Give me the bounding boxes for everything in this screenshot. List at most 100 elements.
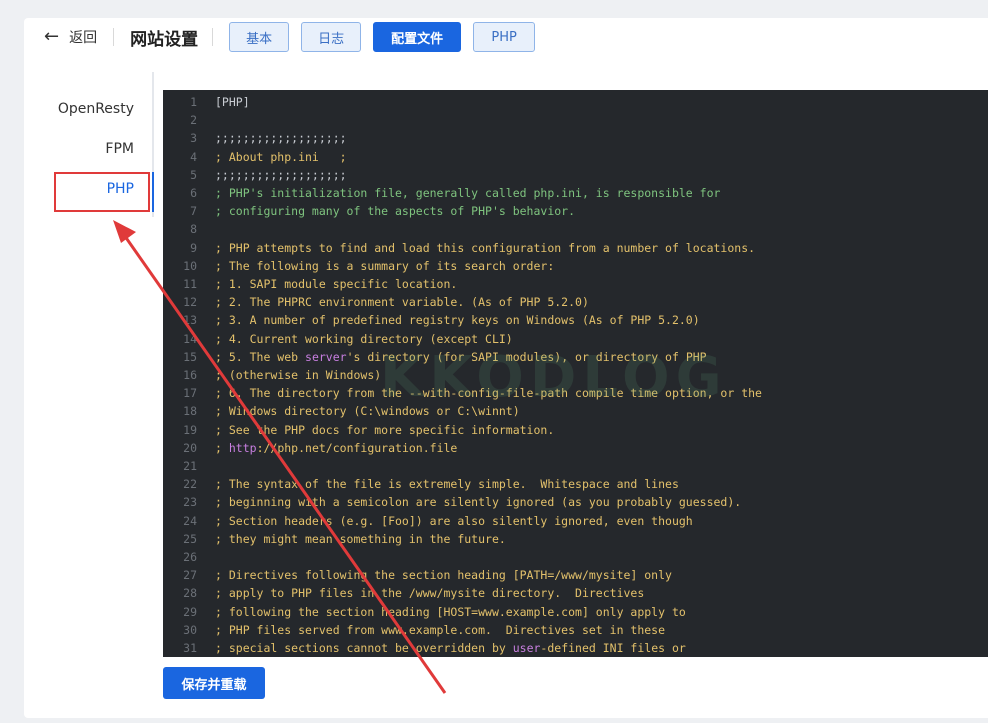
line-text: ; Windows directory (C:\windows or C:\wi…: [215, 404, 520, 419]
code-line: 9 ; PHP attempts to find and load this co…: [163, 239, 988, 257]
line-number: 14: [183, 331, 197, 346]
line-text: ; About php.ini ;: [215, 149, 347, 164]
line-number: 25: [183, 531, 197, 546]
line-number: 26: [183, 550, 197, 564]
tab-php[interactable]: PHP: [473, 22, 536, 52]
line-number: 23: [183, 495, 197, 510]
sidebar-active-indicator: [152, 172, 154, 212]
line-number: 4: [190, 149, 197, 164]
line-number: 17: [183, 386, 197, 401]
code-line: 11 ; 1. SAPI module specific location.: [163, 275, 988, 293]
code-line: 29 ; following the section heading [HOST=…: [163, 603, 988, 621]
line-number: 8: [190, 222, 197, 237]
code-editor[interactable]: 1 [PHP] 2 3;;;;;;;;;;;;;;;;;;; 4; About php.…: [163, 90, 988, 657]
line-number: 10: [183, 258, 197, 273]
line-number: 31: [183, 641, 197, 655]
code-line: 31 ; special sections cannot be overridde…: [163, 639, 988, 657]
line-text: ; The syntax of the file is extremely si…: [215, 477, 679, 492]
line-number: 19: [183, 422, 197, 437]
line-text: ; apply to PHP files in the /www/mysite …: [215, 586, 645, 601]
line-number: 1: [190, 95, 197, 109]
line-number: 20: [183, 440, 197, 455]
code-line: 7 ; configuring many of the aspects of PH…: [163, 202, 988, 220]
code-line: 6 ; PHP's initialization file, generally …: [163, 184, 988, 202]
code-line: 3;;;;;;;;;;;;;;;;;;;: [163, 129, 988, 147]
code-line: 21: [163, 457, 988, 475]
back-label: 返回: [69, 30, 98, 46]
code-line: 8: [163, 220, 988, 238]
line-text: ; special sections cannot be overridden …: [215, 641, 686, 655]
divider: [212, 28, 214, 46]
code-line: 10 ; The following is a summary of its se…: [163, 257, 988, 275]
line-text: ; 1. SAPI module specific location.: [215, 277, 458, 291]
line-text: ; The following is a summary of its sear…: [215, 258, 555, 273]
line-text: ;;;;;;;;;;;;;;;;;;;: [215, 167, 347, 182]
highlight-box: [54, 172, 150, 212]
line-number: 22: [183, 477, 197, 492]
code-line: 25 ; they might mean something in the fut…: [163, 530, 988, 548]
code-line: 2: [163, 111, 988, 129]
line-number: 18: [183, 404, 197, 419]
line-text: ; 4. Current working directory (except C…: [215, 331, 513, 346]
back-button[interactable]: ← 返回: [44, 27, 97, 47]
tab-log[interactable]: 日志: [301, 22, 362, 52]
line-number: 29: [183, 604, 197, 619]
tab-config-file[interactable]: 配置文件: [373, 22, 462, 52]
code-line: 22 ; The syntax of the file is extremely …: [163, 475, 988, 493]
arrow-left-icon: ←: [44, 26, 60, 47]
line-number: 2: [190, 113, 197, 128]
line-text: ; PHP's initialization file, generally c…: [215, 186, 721, 200]
header-bar: ← 返回 网站设置 基本 日志 配置文件 PHP: [24, 22, 547, 52]
line-number: 11: [183, 277, 197, 291]
line-number: 7: [190, 204, 197, 219]
save-and-reload-button[interactable]: 保存并重载: [163, 667, 265, 699]
line-number: 27: [183, 568, 197, 583]
code-line: 16 ; (otherwise in Windows): [163, 366, 988, 384]
line-number: 16: [183, 368, 197, 382]
code-line: 4 ; About php.ini ;: [163, 148, 988, 166]
line-number: 30: [183, 622, 197, 637]
code-line: 18 ; Windows directory (C:\windows or C:\…: [163, 402, 988, 420]
line-text: ; beginning with a semicolon are silentl…: [215, 495, 742, 510]
code-line: 23 ; beginning with a semicolon are silen…: [163, 493, 988, 511]
line-text: ; following the section heading [HOST=ww…: [215, 604, 686, 619]
code-line: 13 ; 3. A number of predefined registry k…: [163, 311, 988, 329]
code-line: 24 ; Section headers (e.g. [Foo]) are als…: [163, 512, 988, 530]
sidebar-item-fpm[interactable]: FPM: [105, 141, 134, 157]
line-text: ;;;;;;;;;;;;;;;;;;;: [215, 131, 347, 146]
line-number: 5: [190, 167, 197, 182]
line-text: ; (otherwise in Windows): [215, 368, 382, 382]
line-text: ; 5. The web server's directory (for SAP…: [215, 349, 707, 364]
line-text: ; configuring many of the aspects of PHP…: [215, 204, 576, 219]
line-number: 12: [183, 295, 197, 310]
code-line: 28 ; apply to PHP files in the /www/mysit…: [163, 584, 988, 602]
code-line: 30 ; PHP files served from www.example.co…: [163, 621, 988, 639]
line-number: 6: [190, 186, 197, 200]
code-line: 19 ; See the PHP docs for more specific i…: [163, 421, 988, 439]
line-number: 15: [183, 349, 197, 364]
line-text: ; Section headers (e.g. [Foo]) are also …: [215, 513, 693, 528]
tab-basic[interactable]: 基本: [229, 22, 290, 52]
code-line: 20 ; http://php.net/configuration.file: [163, 439, 988, 457]
line-text: ; Directives following the section headi…: [215, 568, 672, 583]
line-text: ; PHP files served from www.example.com.…: [215, 622, 666, 637]
line-text: ; See the PHP docs for more specific inf…: [215, 422, 555, 437]
line-number: 13: [183, 313, 197, 328]
keyword-token: user: [512, 641, 541, 655]
code-line: 27 ; Directives following the section hea…: [163, 566, 988, 584]
line-number: 24: [183, 513, 197, 528]
keyword-token: server: [305, 349, 347, 364]
code-line: 17 ; 6. The directory from the --with-con…: [163, 384, 988, 402]
line-text: ; 6. The directory from the --with-confi…: [215, 386, 762, 401]
line-text: ; 2. The PHPRC environment variable. (As…: [215, 295, 589, 310]
divider: [113, 28, 115, 46]
sidebar-item-openresty[interactable]: OpenResty: [58, 101, 134, 117]
code-line: 12 ; 2. The PHPRC environment variable. (…: [163, 293, 988, 311]
line-number: 21: [183, 459, 197, 473]
line-text: ; they might mean something in the futur…: [215, 531, 506, 546]
line-text: ; 3. A number of predefined registry key…: [215, 313, 700, 328]
line-number: 3: [190, 131, 197, 146]
code-line: 1 [PHP]: [163, 93, 988, 111]
line-text: [PHP]: [215, 95, 250, 109]
line-number: 28: [183, 586, 197, 601]
